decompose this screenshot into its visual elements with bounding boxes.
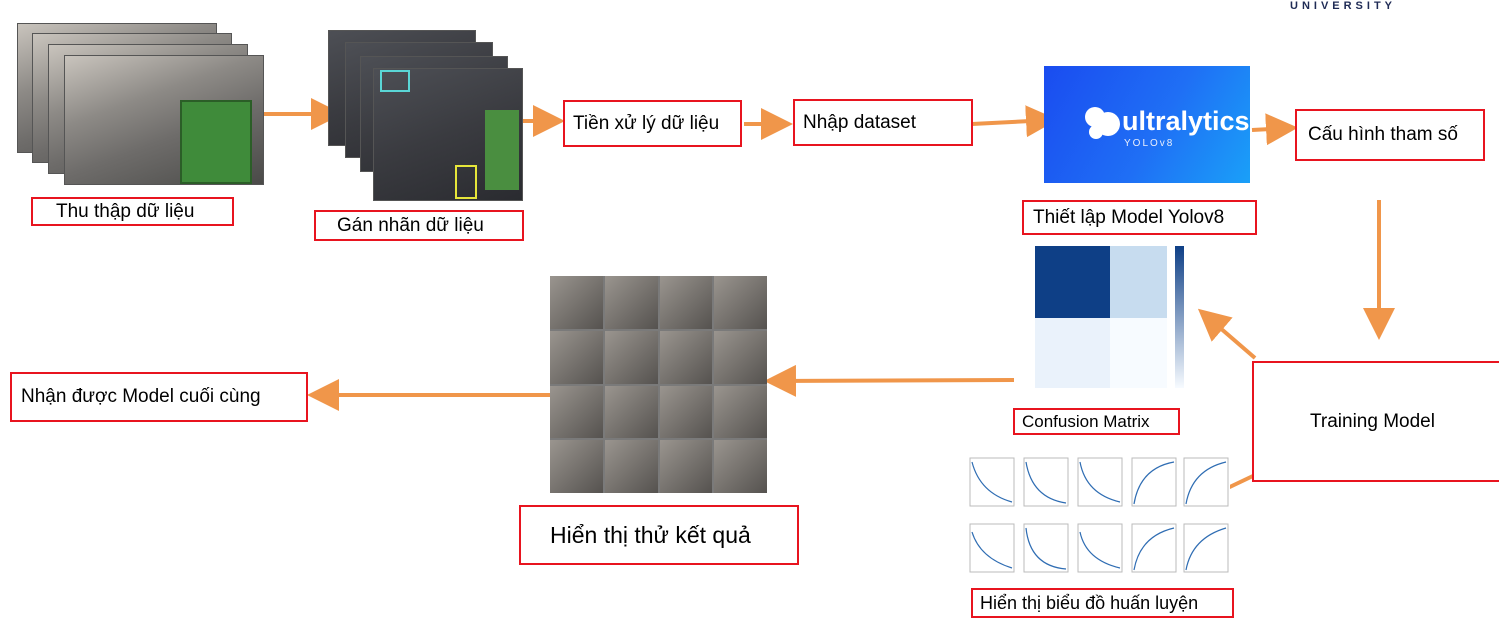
step-confusion-matrix-label: Confusion Matrix: [1022, 411, 1150, 431]
arrow-logo-to-config: [1251, 113, 1298, 146]
ultralytics-logo: ultralytics YOLOv8: [1044, 66, 1250, 183]
bus-shape: [180, 100, 252, 184]
step-test-results: Hiển thị thử kết quả: [519, 505, 799, 565]
step-preprocess-label: Tiền xử lý dữ liệu: [573, 112, 720, 134]
step-collect-data: Thu thập dữ liệu: [31, 197, 234, 226]
training-plots-thumbnail: [958, 448, 1230, 590]
step-preprocess: Tiền xử lý dữ liệu: [563, 100, 742, 147]
step-config-params-label: Cấu hình tham số: [1308, 124, 1458, 145]
step-training-model: Training Model: [1252, 361, 1499, 482]
training-curves: [969, 457, 1229, 573]
step-label-data-label: Gán nhãn dữ liệu: [337, 214, 484, 236]
step-training-model-label: Training Model: [1310, 410, 1435, 432]
logo-model-text: YOLOv8: [1124, 138, 1175, 149]
step-setup-model: Thiết lập Model Yolov8: [1022, 200, 1257, 235]
step-import-dataset-label: Nhập dataset: [803, 111, 917, 133]
step-confusion-matrix: Confusion Matrix: [1013, 408, 1180, 435]
arrow-import-to-logo: [971, 105, 1058, 138]
step-label-data: Gán nhãn dữ liệu: [314, 210, 524, 241]
step-final-model: Nhận được Model cuối cùng: [10, 372, 308, 422]
step-training-plots-label: Hiển thị biểu đồ huấn luyện: [980, 592, 1199, 613]
step-test-results-label: Hiển thị thử kết quả: [550, 521, 751, 548]
step-collect-data-label: Thu thập dữ liệu: [56, 200, 195, 222]
step-training-plots: Hiển thị biểu đồ huấn luyện: [971, 588, 1234, 618]
step-setup-model-label: Thiết lập Model Yolov8: [1033, 206, 1225, 228]
arrow-confusion-to-results: [764, 364, 1015, 397]
ultralytics-logo-icon: [1085, 107, 1120, 139]
step-config-params: Cấu hình tham số: [1295, 109, 1485, 161]
logo-brand-text: ultralytics: [1122, 106, 1250, 136]
step-import-dataset: Nhập dataset: [793, 99, 973, 146]
test-results-mosaic: [550, 276, 767, 493]
confusion-matrix-thumbnail: [1020, 246, 1184, 391]
arrow-training-to-confusion: [1197, 308, 1257, 360]
step-final-model-label: Nhận được Model cuối cùng: [21, 386, 261, 407]
